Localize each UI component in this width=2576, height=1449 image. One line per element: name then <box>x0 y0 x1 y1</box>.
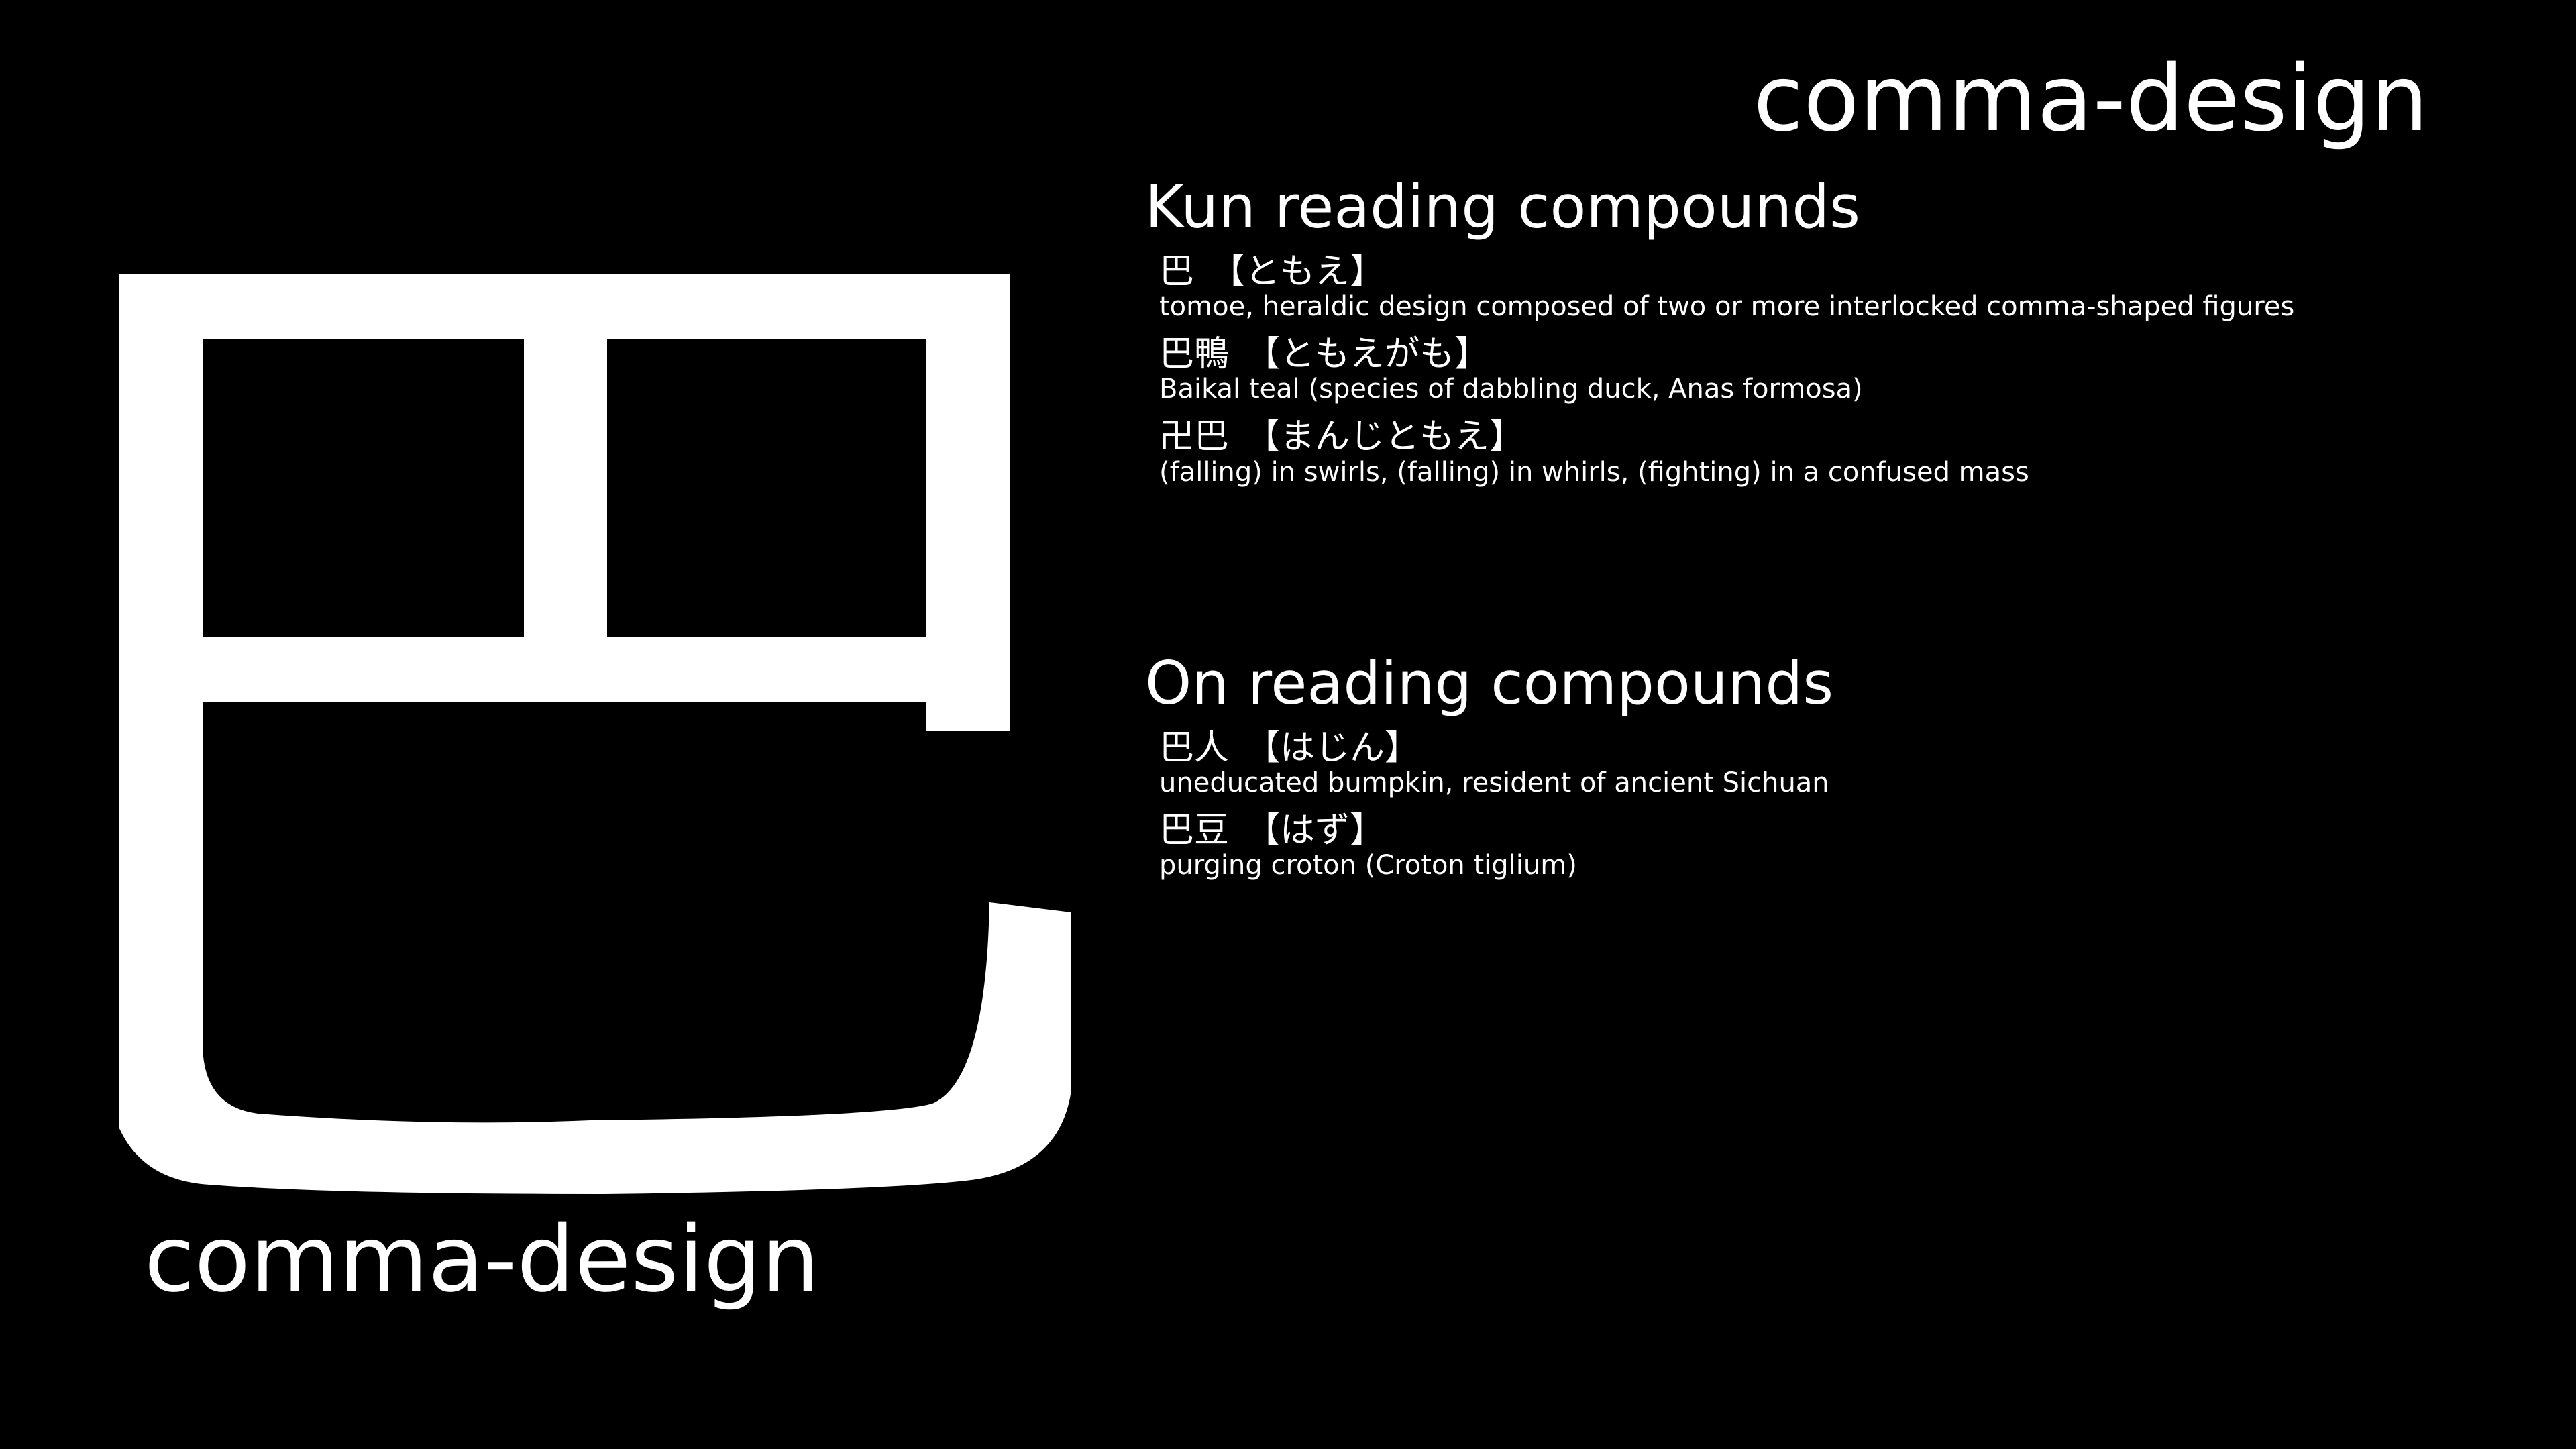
compound-gloss: (falling) in swirls, (falling) in whirls… <box>1159 456 2029 488</box>
kun-reading-section: Kun reading compounds 巴【ともえ】 tomoe, hera… <box>1145 178 2473 501</box>
kun-section-title: Kun reading compounds <box>1145 172 1860 241</box>
compound-reading: 【はじん】 <box>1245 728 1420 768</box>
compound-gloss: tomoe, heraldic design composed of two o… <box>1159 291 2295 323</box>
compound-entry: 巴豆 【はず】 purging croton (Croton tiglium) <box>1159 812 2473 881</box>
compound-word: 巴 <box>1159 252 1195 292</box>
on-reading-section: On reading compounds 巴人 【はじん】 uneducated … <box>1145 654 2473 894</box>
compound-reading: 【ともえがも】 <box>1245 334 1490 375</box>
compound-gloss: purging croton (Croton tiglium) <box>1159 850 1577 881</box>
kanji-glyph <box>119 274 1071 1194</box>
compound-entry: 卍巴 【まんじともえ】 (falling) in swirls, (falling… <box>1159 417 2473 488</box>
compound-word: 巴鴨 <box>1159 334 1230 375</box>
compound-word: 卍巴 <box>1159 417 1230 458</box>
kanji-meaning-corner: comma-design <box>1753 46 2428 152</box>
compound-reading: 【まんじともえ】 <box>1245 417 1525 458</box>
compound-entry: 巴人 【はじん】 uneducated bumpkin, resident of … <box>1159 729 2473 798</box>
compound-word: 巴豆 <box>1159 810 1230 851</box>
kanji-meaning-large: comma-design <box>144 1207 820 1313</box>
compound-reading: 【ともえ】 <box>1210 252 1385 292</box>
compound-entry: 巴【ともえ】 tomoe, heraldic design composed o… <box>1159 252 2473 323</box>
on-section-title: On reading compounds <box>1145 649 1834 718</box>
compound-gloss: Baikal teal (species of dabbling duck, A… <box>1159 374 1863 405</box>
compound-word: 巴人 <box>1159 728 1230 768</box>
compound-gloss: uneducated bumpkin, resident of ancient … <box>1159 767 1829 799</box>
compound-entry: 巴鴨 【ともえがも】 Baikal teal (species of dabbli… <box>1159 335 2473 405</box>
compound-reading: 【はず】 <box>1245 810 1385 851</box>
